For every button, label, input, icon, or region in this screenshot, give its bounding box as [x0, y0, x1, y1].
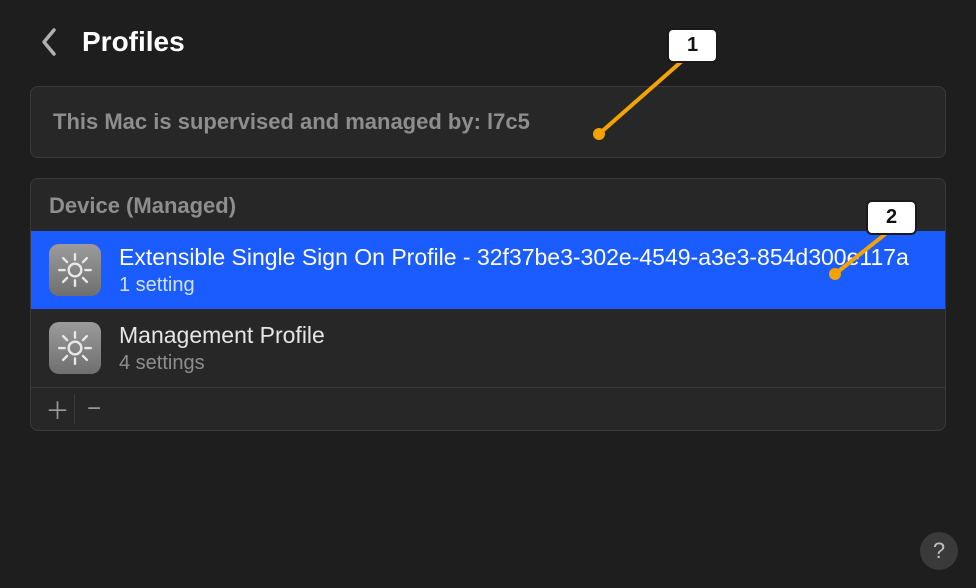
profile-row-management[interactable]: Management Profile 4 settings	[31, 309, 945, 387]
help-button[interactable]: ?	[920, 532, 958, 570]
profile-name: Management Profile	[119, 321, 325, 350]
profile-text: Management Profile 4 settings	[119, 321, 325, 375]
plus-icon: ＋	[46, 391, 70, 426]
supervision-info-text: This Mac is supervised and managed by: l…	[53, 109, 923, 135]
add-profile-button[interactable]: ＋	[41, 394, 75, 424]
profiles-section-header: Device (Managed)	[31, 179, 945, 231]
page-title: Profiles	[82, 26, 185, 58]
remove-profile-button[interactable]: −	[77, 394, 111, 424]
profile-subtitle: 4 settings	[119, 352, 325, 375]
profiles-list-panel: Device (Managed)	[30, 178, 946, 431]
supervision-info-panel: This Mac is supervised and managed by: l…	[30, 86, 946, 158]
profile-text: Extensible Single Sign On Profile - 32f3…	[119, 243, 909, 297]
gear-icon	[49, 244, 101, 296]
help-icon: ?	[933, 538, 945, 564]
back-button[interactable]	[40, 27, 58, 57]
chevron-left-icon	[40, 27, 58, 57]
profiles-list-footer: ＋ −	[31, 387, 945, 430]
window-header: Profiles	[0, 0, 976, 76]
minus-icon: −	[87, 395, 101, 423]
profile-subtitle: 1 setting	[119, 274, 909, 297]
profile-name: Extensible Single Sign On Profile - 32f3…	[119, 243, 909, 272]
gear-icon	[49, 322, 101, 374]
profile-row-sso[interactable]: Extensible Single Sign On Profile - 32f3…	[31, 231, 945, 309]
